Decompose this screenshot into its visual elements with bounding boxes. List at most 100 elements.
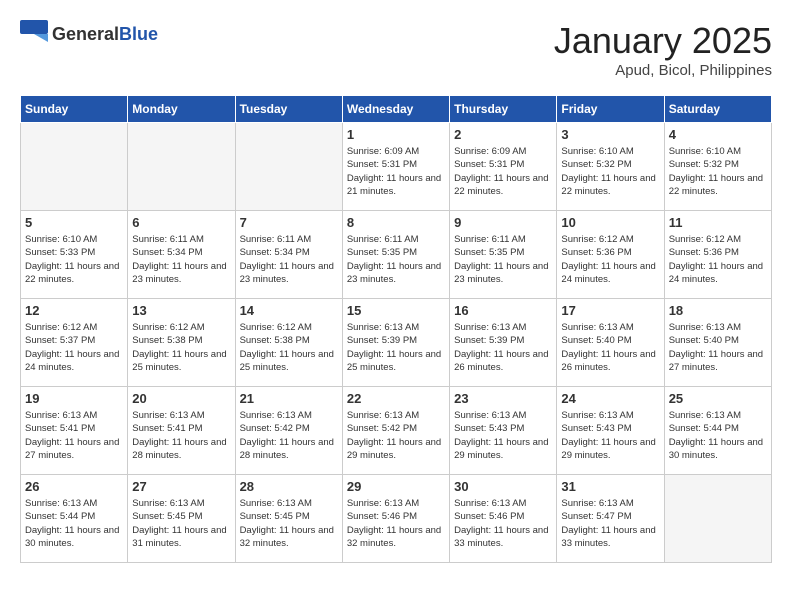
calendar-cell: 17 Sunrise: 6:13 AM Sunset: 5:40 PM Dayli… [557, 299, 664, 387]
calendar-cell: 28 Sunrise: 6:13 AM Sunset: 5:45 PM Dayli… [235, 475, 342, 563]
day-info: Sunrise: 6:13 AM Sunset: 5:43 PM Dayligh… [454, 409, 552, 462]
logo-general: General [52, 24, 119, 44]
day-info: Sunrise: 6:13 AM Sunset: 5:45 PM Dayligh… [132, 497, 230, 550]
day-number: 16 [454, 303, 552, 318]
day-info: Sunrise: 6:12 AM Sunset: 5:36 PM Dayligh… [561, 233, 659, 286]
day-info: Sunrise: 6:12 AM Sunset: 5:38 PM Dayligh… [240, 321, 338, 374]
day-number: 15 [347, 303, 445, 318]
day-number: 6 [132, 215, 230, 230]
day-number: 17 [561, 303, 659, 318]
calendar-cell: 5 Sunrise: 6:10 AM Sunset: 5:33 PM Daylig… [21, 211, 128, 299]
logo: GeneralBlue [20, 20, 158, 48]
day-info: Sunrise: 6:11 AM Sunset: 5:35 PM Dayligh… [454, 233, 552, 286]
day-number: 31 [561, 479, 659, 494]
day-info: Sunrise: 6:13 AM Sunset: 5:41 PM Dayligh… [132, 409, 230, 462]
day-number: 30 [454, 479, 552, 494]
day-number: 22 [347, 391, 445, 406]
day-number: 10 [561, 215, 659, 230]
calendar-week-row: 12Sunrise: 6:12 AM Sunset: 5:37 PM Dayli… [21, 299, 772, 387]
day-info: Sunrise: 6:13 AM Sunset: 5:45 PM Dayligh… [240, 497, 338, 550]
calendar-cell [235, 123, 342, 211]
title-section: January 2025 Apud, Bicol, Philippines [554, 20, 772, 79]
page-header: GeneralBlue January 2025 Apud, Bicol, Ph… [20, 20, 772, 79]
logo-icon [20, 20, 48, 48]
day-number: 13 [132, 303, 230, 318]
day-info: Sunrise: 6:13 AM Sunset: 5:39 PM Dayligh… [347, 321, 445, 374]
calendar-cell: 12Sunrise: 6:12 AM Sunset: 5:37 PM Dayli… [21, 299, 128, 387]
day-number: 4 [669, 127, 767, 142]
day-info: Sunrise: 6:12 AM Sunset: 5:36 PM Dayligh… [669, 233, 767, 286]
day-info: Sunrise: 6:09 AM Sunset: 5:31 PM Dayligh… [454, 145, 552, 198]
calendar-cell: 15 Sunrise: 6:13 AM Sunset: 5:39 PM Dayli… [342, 299, 449, 387]
calendar-header-row: SundayMondayTuesdayWednesdayThursdayFrid… [21, 96, 772, 123]
calendar-cell: 8 Sunrise: 6:11 AM Sunset: 5:35 PM Daylig… [342, 211, 449, 299]
day-info: Sunrise: 6:13 AM Sunset: 5:41 PM Dayligh… [25, 409, 123, 462]
day-number: 2 [454, 127, 552, 142]
day-number: 5 [25, 215, 123, 230]
day-info: Sunrise: 6:11 AM Sunset: 5:34 PM Dayligh… [240, 233, 338, 286]
day-number: 27 [132, 479, 230, 494]
calendar-week-row: 19Sunrise: 6:13 AM Sunset: 5:41 PM Dayli… [21, 387, 772, 475]
calendar-cell: 3 Sunrise: 6:10 AM Sunset: 5:32 PM Daylig… [557, 123, 664, 211]
day-number: 29 [347, 479, 445, 494]
day-info: Sunrise: 6:10 AM Sunset: 5:33 PM Dayligh… [25, 233, 123, 286]
day-number: 21 [240, 391, 338, 406]
day-info: Sunrise: 6:13 AM Sunset: 5:44 PM Dayligh… [669, 409, 767, 462]
calendar-cell: 16Sunrise: 6:13 AM Sunset: 5:39 PM Dayli… [450, 299, 557, 387]
calendar-cell: 21Sunrise: 6:13 AM Sunset: 5:42 PM Dayli… [235, 387, 342, 475]
day-header-sunday: Sunday [21, 96, 128, 123]
day-info: Sunrise: 6:12 AM Sunset: 5:38 PM Dayligh… [132, 321, 230, 374]
day-header-friday: Friday [557, 96, 664, 123]
day-number: 3 [561, 127, 659, 142]
day-number: 18 [669, 303, 767, 318]
calendar-cell: 30 Sunrise: 6:13 AM Sunset: 5:46 PM Dayli… [450, 475, 557, 563]
day-number: 28 [240, 479, 338, 494]
day-info: Sunrise: 6:10 AM Sunset: 5:32 PM Dayligh… [561, 145, 659, 198]
day-info: Sunrise: 6:13 AM Sunset: 5:42 PM Dayligh… [347, 409, 445, 462]
day-number: 8 [347, 215, 445, 230]
calendar-week-row: 1Sunrise: 6:09 AM Sunset: 5:31 PM Daylig… [21, 123, 772, 211]
calendar-cell: 25 Sunrise: 6:13 AM Sunset: 5:44 PM Dayli… [664, 387, 771, 475]
calendar-cell: 27 Sunrise: 6:13 AM Sunset: 5:45 PM Dayli… [128, 475, 235, 563]
calendar-cell: 29 Sunrise: 6:13 AM Sunset: 5:46 PM Dayli… [342, 475, 449, 563]
day-number: 14 [240, 303, 338, 318]
calendar-cell: 1Sunrise: 6:09 AM Sunset: 5:31 PM Daylig… [342, 123, 449, 211]
day-info: Sunrise: 6:12 AM Sunset: 5:37 PM Dayligh… [25, 321, 123, 374]
day-info: Sunrise: 6:13 AM Sunset: 5:47 PM Dayligh… [561, 497, 659, 550]
calendar-cell: 20Sunrise: 6:13 AM Sunset: 5:41 PM Dayli… [128, 387, 235, 475]
calendar-cell: 4Sunrise: 6:10 AM Sunset: 5:32 PM Daylig… [664, 123, 771, 211]
logo-blue: Blue [119, 24, 158, 44]
calendar-title: January 2025 [554, 20, 772, 62]
day-number: 25 [669, 391, 767, 406]
calendar-cell: 2 Sunrise: 6:09 AM Sunset: 5:31 PM Daylig… [450, 123, 557, 211]
day-info: Sunrise: 6:13 AM Sunset: 5:40 PM Dayligh… [561, 321, 659, 374]
day-info: Sunrise: 6:13 AM Sunset: 5:46 PM Dayligh… [347, 497, 445, 550]
calendar-cell: 6 Sunrise: 6:11 AM Sunset: 5:34 PM Daylig… [128, 211, 235, 299]
day-info: Sunrise: 6:13 AM Sunset: 5:46 PM Dayligh… [454, 497, 552, 550]
calendar-cell: 10 Sunrise: 6:12 AM Sunset: 5:36 PM Dayli… [557, 211, 664, 299]
day-header-saturday: Saturday [664, 96, 771, 123]
day-number: 24 [561, 391, 659, 406]
calendar-subtitle: Apud, Bicol, Philippines [554, 62, 772, 79]
day-info: Sunrise: 6:13 AM Sunset: 5:40 PM Dayligh… [669, 321, 767, 374]
calendar-week-row: 5 Sunrise: 6:10 AM Sunset: 5:33 PM Daylig… [21, 211, 772, 299]
day-number: 9 [454, 215, 552, 230]
day-number: 7 [240, 215, 338, 230]
day-info: Sunrise: 6:11 AM Sunset: 5:34 PM Dayligh… [132, 233, 230, 286]
day-header-wednesday: Wednesday [342, 96, 449, 123]
day-number: 11 [669, 215, 767, 230]
calendar-table: SundayMondayTuesdayWednesdayThursdayFrid… [20, 95, 772, 563]
day-info: Sunrise: 6:13 AM Sunset: 5:44 PM Dayligh… [25, 497, 123, 550]
day-number: 23 [454, 391, 552, 406]
calendar-cell: 19Sunrise: 6:13 AM Sunset: 5:41 PM Dayli… [21, 387, 128, 475]
calendar-cell [21, 123, 128, 211]
calendar-cell [128, 123, 235, 211]
day-info: Sunrise: 6:11 AM Sunset: 5:35 PM Dayligh… [347, 233, 445, 286]
calendar-cell: 11 Sunrise: 6:12 AM Sunset: 5:36 PM Dayli… [664, 211, 771, 299]
calendar-cell [664, 475, 771, 563]
calendar-cell: 22 Sunrise: 6:13 AM Sunset: 5:42 PM Dayli… [342, 387, 449, 475]
day-header-thursday: Thursday [450, 96, 557, 123]
calendar-cell: 18 Sunrise: 6:13 AM Sunset: 5:40 PM Dayli… [664, 299, 771, 387]
day-number: 26 [25, 479, 123, 494]
calendar-cell: 23 Sunrise: 6:13 AM Sunset: 5:43 PM Dayli… [450, 387, 557, 475]
